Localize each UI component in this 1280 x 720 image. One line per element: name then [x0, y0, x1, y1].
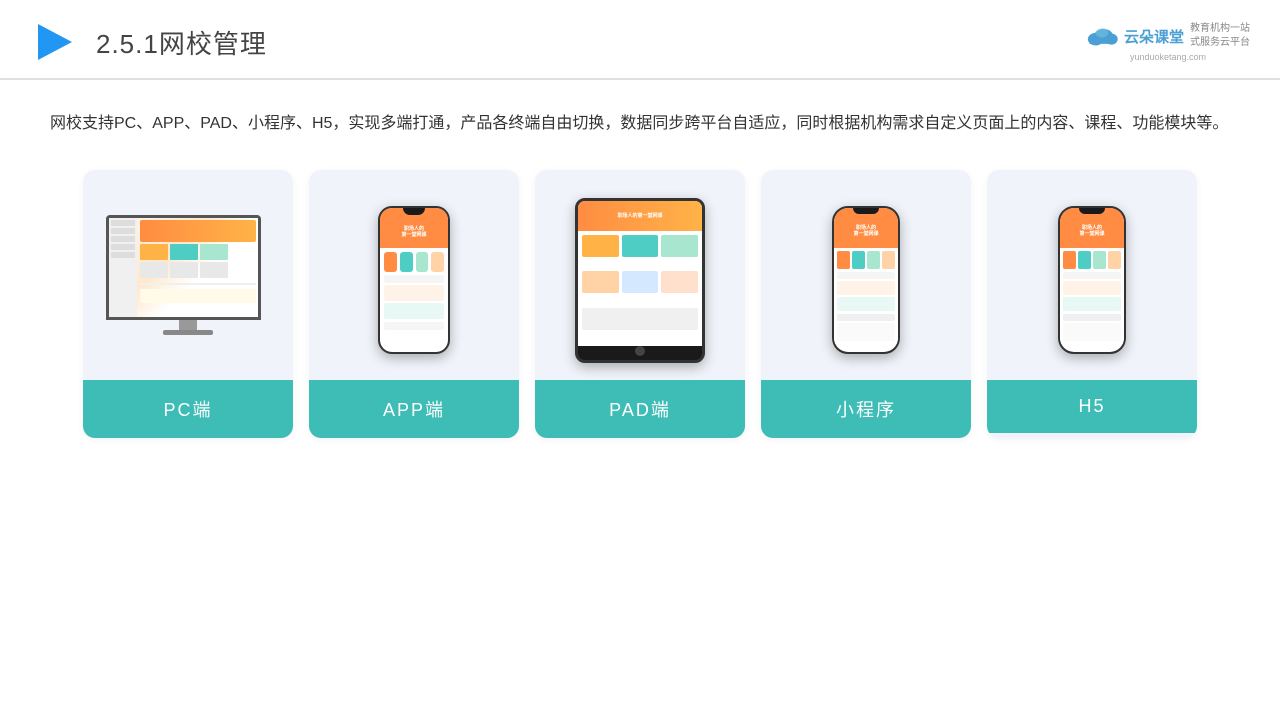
app-phone-icon: 职场人的第一堂网课	[378, 206, 450, 354]
description-text: 网校支持PC、APP、PAD、小程序、H5，实现多端打通，产品各终端自由切换，数…	[50, 108, 1230, 140]
card-pc-label: PC端	[83, 380, 293, 438]
card-app-image: 职场人的第一堂网课	[309, 170, 519, 380]
brand-url: yunduoketang.com	[1130, 52, 1206, 62]
h5-phone-icon: 职场人的第一堂网课	[1058, 206, 1126, 354]
card-pad-image: 职场人的第一堂网课	[535, 170, 745, 380]
brand-slogan: 教育机构一站 式服务云平台	[1190, 22, 1250, 50]
card-miniprogram: 职场人的第一堂网课	[761, 170, 971, 438]
brand-cloud: 云朵课堂 教育机构一站 式服务云平台	[1086, 22, 1250, 50]
header-left: 2.5.1网校管理	[30, 18, 267, 66]
h5-phone-notch	[1079, 208, 1105, 214]
card-pad-label: PAD端	[535, 380, 745, 438]
brand-logo: 云朵课堂 教育机构一站 式服务云平台 yunduoketang.com	[1086, 22, 1250, 62]
miniprogram-phone-icon: 职场人的第一堂网课	[832, 206, 900, 354]
phone-notch	[403, 208, 425, 215]
card-h5-image: 职场人的第一堂网课	[987, 170, 1197, 380]
card-app: 职场人的第一堂网课	[309, 170, 519, 438]
tablet-home-btn	[635, 346, 645, 356]
card-pc: PC端	[83, 170, 293, 438]
card-miniprogram-image: 职场人的第一堂网课	[761, 170, 971, 380]
phone-modern-notch	[853, 208, 879, 214]
page-title: 2.5.1网校管理	[96, 24, 267, 61]
card-pad: 职场人的第一堂网课	[535, 170, 745, 438]
miniprogram-screen: 职场人的第一堂网课	[834, 208, 898, 352]
tablet-screen: 职场人的第一堂网课	[578, 201, 702, 346]
pc-monitor-icon	[106, 215, 271, 345]
card-h5-label: H5	[987, 380, 1197, 433]
main-content: 网校支持PC、APP、PAD、小程序、H5，实现多端打通，产品各终端自由切换，数…	[0, 80, 1280, 458]
logo-arrow-icon	[30, 18, 78, 66]
card-h5: 职场人的第一堂网课	[987, 170, 1197, 438]
card-miniprogram-label: 小程序	[761, 380, 971, 438]
brand-name: 云朵课堂	[1124, 26, 1184, 47]
card-pc-image	[83, 170, 293, 380]
platform-cards: PC端 职场人的第一堂网课	[50, 170, 1230, 438]
cloud-icon	[1086, 25, 1118, 47]
h5-screen: 职场人的第一堂网课	[1060, 208, 1124, 352]
card-app-label: APP端	[309, 380, 519, 438]
pad-tablet-icon: 职场人的第一堂网课	[575, 198, 705, 363]
phone-screen: 职场人的第一堂网课	[380, 208, 448, 352]
header: 2.5.1网校管理 云朵课堂 教育机构一站 式服务云平台 yunduoketan…	[0, 0, 1280, 80]
